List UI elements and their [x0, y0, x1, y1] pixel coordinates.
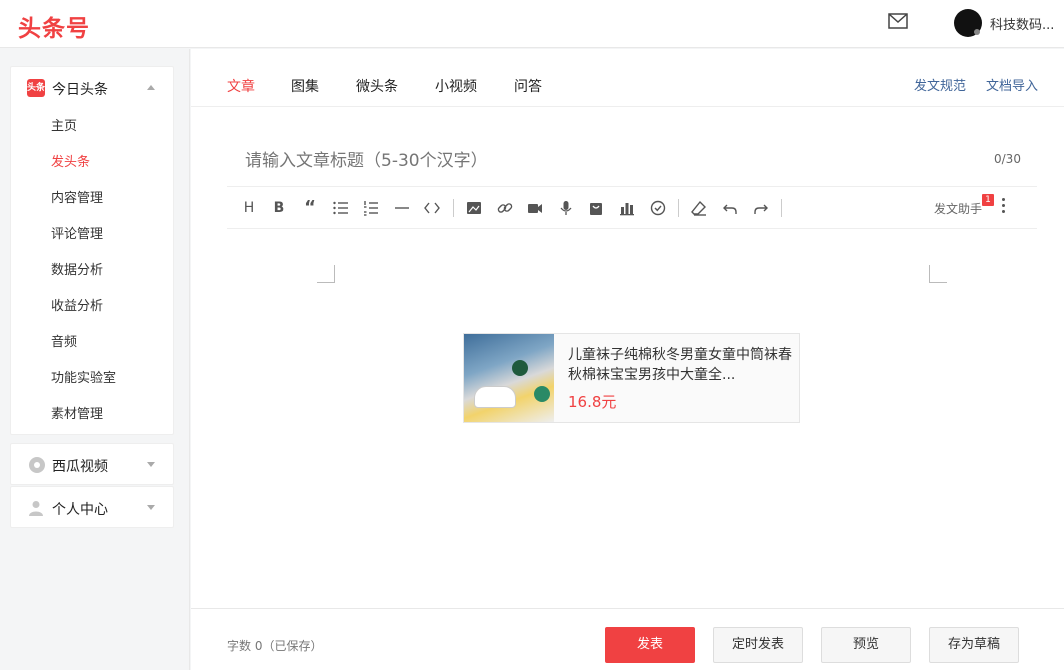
sidebar-item-materials[interactable]: 素材管理 [11, 397, 173, 433]
tab-micro-post[interactable]: 微头条 [356, 76, 398, 96]
schedule-publish-button[interactable]: 定时发表 [713, 627, 803, 663]
link-icon[interactable] [495, 198, 515, 218]
sidebar-item-content[interactable]: 内容管理 [11, 181, 173, 217]
sidebar-section-xigua[interactable]: 西瓜视频 [10, 443, 174, 485]
article-title-input[interactable] [227, 135, 1037, 187]
shopping-bag-icon[interactable] [586, 198, 606, 218]
toolbar-separator [678, 199, 679, 217]
title-char-counter: 0/30 [994, 152, 1021, 166]
publishing-rules-link[interactable]: 发文规范 [914, 75, 966, 94]
save-draft-button[interactable]: 存为草稿 [929, 627, 1019, 663]
top-header: 头条号 科技数码... [0, 0, 1064, 48]
tab-qa[interactable]: 问答 [514, 76, 542, 96]
more-options-icon[interactable] [1000, 196, 1006, 218]
sidebar-section-personal-header[interactable]: 个人中心 [11, 487, 173, 529]
editor-footer: 字数 0（已保存） 发表 定时发表 预览 存为草稿 [191, 608, 1064, 670]
import-document-link[interactable]: 文档导入 [986, 75, 1038, 94]
word-count-status: 字数 0（已保存） [227, 639, 323, 653]
tab-article[interactable]: 文章 [227, 76, 255, 96]
sidebar-item-revenue[interactable]: 收益分析 [11, 289, 173, 325]
sidebar-item-publish[interactable]: 发头条 [11, 145, 173, 181]
editor-toolbar: H B “ 发文助手 1 [227, 187, 1037, 229]
publishing-assistant-button[interactable]: 发文助手 [934, 200, 982, 217]
product-image-detail [474, 386, 516, 408]
main-panel: 文章 图集 微头条 小视频 问答 发文规范 文档导入 0/30 H B “ [191, 49, 1064, 670]
sidebar-section-toutiao: 头条 今日头条 主页 发头条 内容管理 评论管理 数据分析 收益分析 音频 功能… [10, 66, 174, 435]
publish-button[interactable]: 发表 [605, 627, 695, 663]
numbered-list-icon[interactable] [361, 198, 381, 218]
preview-button[interactable]: 预览 [821, 627, 911, 663]
product-image-detail [512, 360, 528, 376]
code-icon[interactable] [422, 198, 442, 218]
toutiao-icon: 头条 [27, 79, 45, 97]
xigua-icon [29, 457, 45, 473]
content-type-tabs: 文章 图集 微头条 小视频 问答 发文规范 文档导入 [191, 49, 1064, 107]
sidebar-item-data[interactable]: 数据分析 [11, 253, 173, 289]
toolbar-separator [781, 199, 782, 217]
chart-icon[interactable] [617, 198, 637, 218]
product-image-detail [534, 386, 550, 402]
avatar[interactable] [954, 9, 982, 37]
undo-icon[interactable] [720, 198, 740, 218]
image-icon[interactable] [464, 198, 484, 218]
chevron-down-icon[interactable] [147, 462, 155, 467]
product-image [464, 334, 554, 422]
sidebar-section-title: 个人中心 [52, 502, 108, 518]
sidebar-item-audio[interactable]: 音频 [11, 325, 173, 361]
notification-badge: 1 [982, 194, 994, 206]
microphone-icon[interactable] [556, 198, 576, 218]
heading-icon[interactable]: H [239, 198, 259, 218]
sidebar-item-comments[interactable]: 评论管理 [11, 217, 173, 253]
sidebar-section-xigua-header[interactable]: 西瓜视频 [11, 444, 173, 486]
chevron-up-icon[interactable] [147, 85, 155, 90]
video-icon[interactable] [525, 198, 545, 218]
tab-short-video[interactable]: 小视频 [435, 76, 477, 96]
crop-corner-top-right [929, 265, 947, 283]
bold-icon[interactable]: B [269, 198, 289, 218]
quote-icon[interactable]: “ [300, 198, 320, 218]
sidebar-section-title: 今日头条 [52, 82, 108, 98]
sidebar-menu: 主页 发头条 内容管理 评论管理 数据分析 收益分析 音频 功能实验室 素材管理 [11, 109, 173, 433]
sidebar-section-toutiao-header[interactable]: 头条 今日头条 [11, 67, 173, 109]
product-card[interactable]: 儿童袜子纯棉秋冬男童女童中筒袜春秋棉袜宝宝男孩中大童全... 16.8元 [463, 333, 800, 423]
product-name: 儿童袜子纯棉秋冬男童女童中筒袜春秋棉袜宝宝男孩中大童全... [568, 347, 792, 383]
sidebar: 头条 今日头条 主页 发头条 内容管理 评论管理 数据分析 收益分析 音频 功能… [0, 49, 190, 670]
mail-icon[interactable] [888, 13, 908, 29]
crop-corner-top-left [317, 265, 335, 283]
chevron-down-icon[interactable] [147, 505, 155, 510]
divider-icon[interactable] [392, 198, 412, 218]
user-icon [29, 501, 43, 516]
tab-gallery[interactable]: 图集 [291, 76, 319, 96]
sidebar-section-personal[interactable]: 个人中心 [10, 486, 174, 528]
sidebar-item-home[interactable]: 主页 [11, 109, 173, 145]
sidebar-section-title: 西瓜视频 [52, 459, 108, 475]
bullet-list-icon[interactable] [331, 198, 351, 218]
vote-icon[interactable] [648, 198, 668, 218]
username[interactable]: 科技数码... [990, 14, 1060, 33]
eraser-icon[interactable] [689, 198, 709, 218]
product-price: 16.8元 [568, 393, 617, 411]
toolbar-separator [453, 199, 454, 217]
logo[interactable]: 头条号 [18, 9, 90, 43]
sidebar-item-lab[interactable]: 功能实验室 [11, 361, 173, 397]
redo-icon[interactable] [751, 198, 771, 218]
